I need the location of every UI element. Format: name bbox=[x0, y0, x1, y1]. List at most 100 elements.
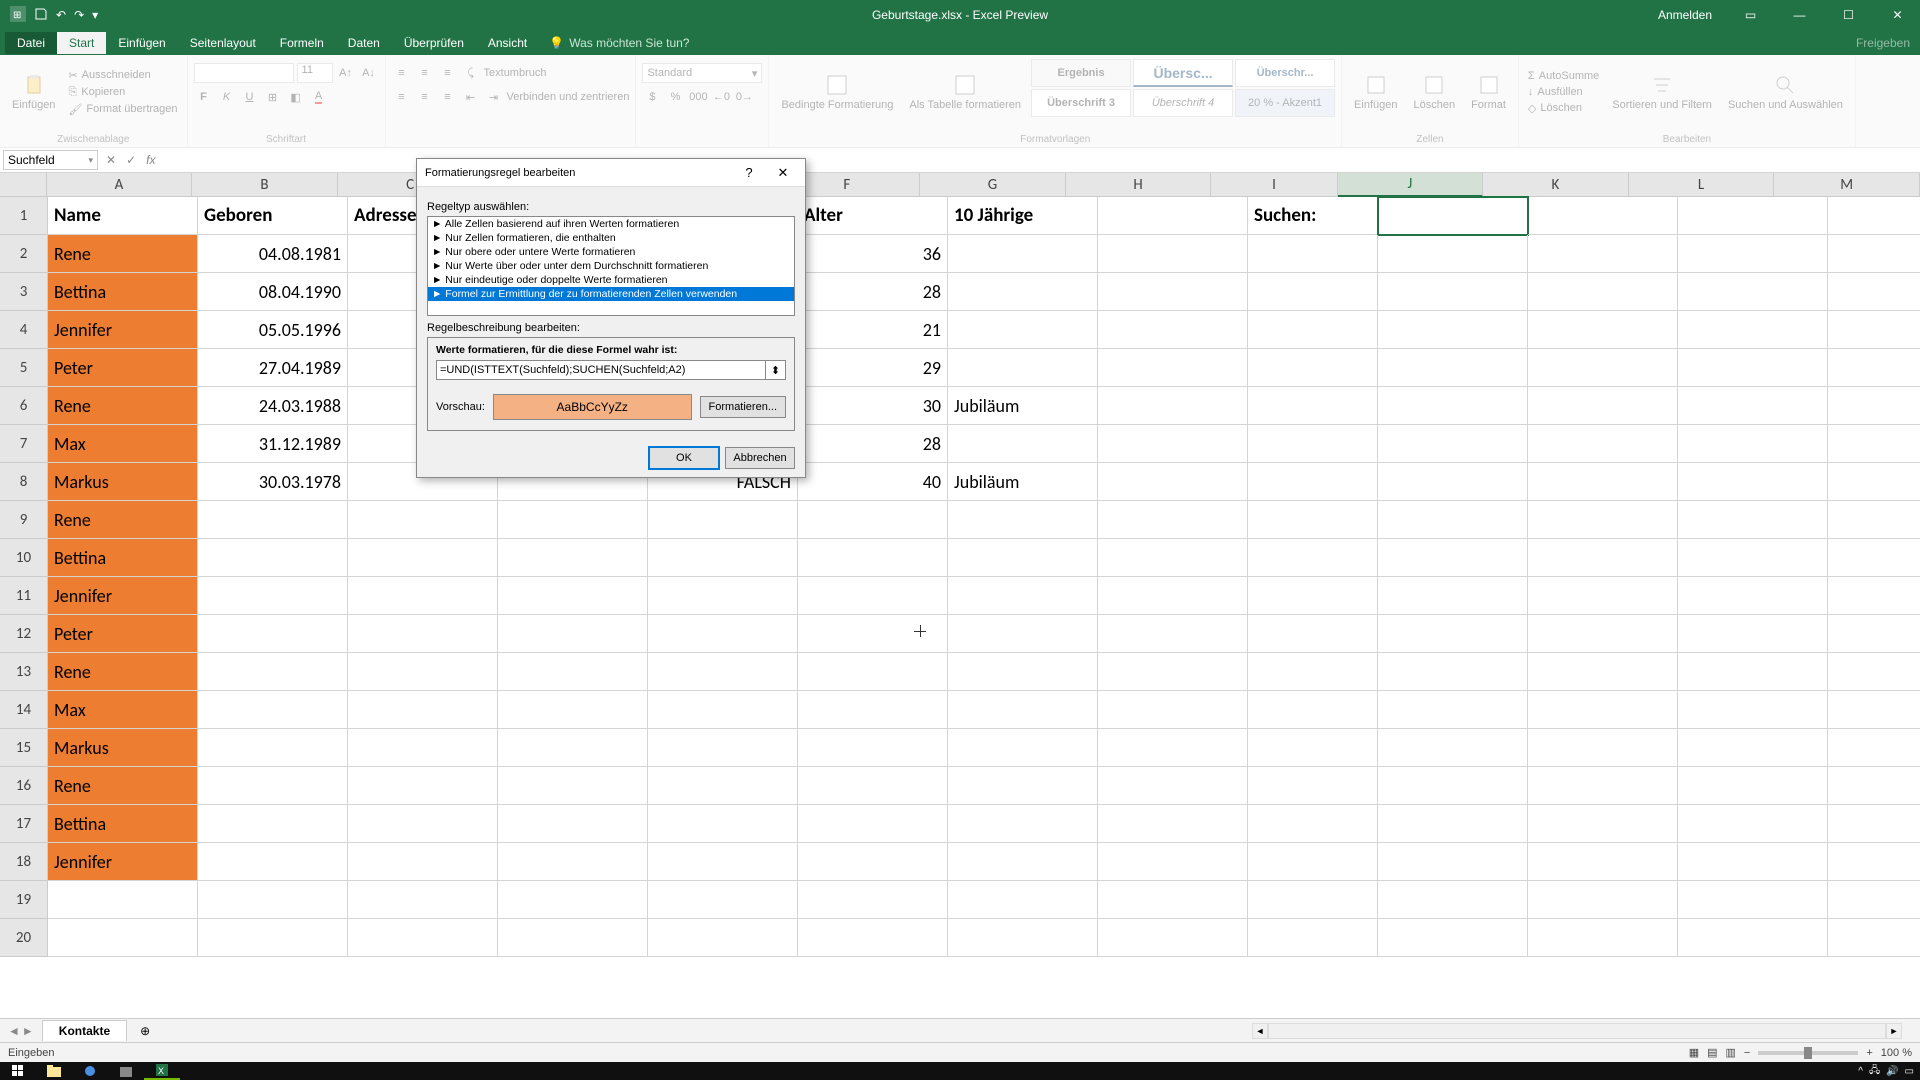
cell-I13[interactable] bbox=[1248, 653, 1378, 691]
cell-L14[interactable] bbox=[1678, 691, 1828, 729]
cell-J16[interactable] bbox=[1378, 767, 1528, 805]
cell-D10[interactable] bbox=[498, 539, 648, 577]
font-size-select[interactable]: 11 bbox=[297, 63, 333, 83]
row-header-13[interactable]: 13 bbox=[0, 653, 48, 691]
cell-K6[interactable] bbox=[1528, 387, 1678, 425]
cell-L17[interactable] bbox=[1678, 805, 1828, 843]
comma-icon[interactable]: 000 bbox=[688, 87, 708, 107]
rule-option-3[interactable]: ► Nur Werte über oder unter dem Durchsch… bbox=[428, 259, 794, 273]
cell-E16[interactable] bbox=[648, 767, 798, 805]
cell-H19[interactable] bbox=[1098, 881, 1248, 919]
cell-H12[interactable] bbox=[1098, 615, 1248, 653]
align-middle-icon[interactable]: ≡ bbox=[415, 63, 435, 83]
cell-J9[interactable] bbox=[1378, 501, 1528, 539]
cell-F7[interactable]: 28 bbox=[798, 425, 948, 463]
view-page-icon[interactable]: ▤ bbox=[1707, 1046, 1717, 1059]
tab-data[interactable]: Daten bbox=[336, 32, 392, 54]
percent-icon[interactable]: % bbox=[665, 87, 685, 107]
cell-D14[interactable] bbox=[498, 691, 648, 729]
cell-E11[interactable] bbox=[648, 577, 798, 615]
name-box[interactable]: Suchfeld▾ bbox=[3, 150, 98, 170]
range-picker-icon[interactable]: ⬍ bbox=[766, 360, 786, 380]
copy-button[interactable]: ⎘Kopieren bbox=[65, 85, 180, 100]
cell-L15[interactable] bbox=[1678, 729, 1828, 767]
cell-F8[interactable]: 40 bbox=[798, 463, 948, 501]
cell-G10[interactable] bbox=[948, 539, 1098, 577]
cell-D12[interactable] bbox=[498, 615, 648, 653]
cell-C14[interactable] bbox=[348, 691, 498, 729]
redo-icon[interactable]: ↷ bbox=[74, 8, 84, 22]
indent-dec-icon[interactable]: ⇤ bbox=[461, 87, 481, 107]
cell-B11[interactable] bbox=[198, 577, 348, 615]
cell-M6[interactable] bbox=[1828, 387, 1920, 425]
cell-B3[interactable]: 08.04.1990 bbox=[198, 273, 348, 311]
cell-I15[interactable] bbox=[1248, 729, 1378, 767]
align-left-icon[interactable]: ≡ bbox=[392, 87, 412, 107]
cell-L9[interactable] bbox=[1678, 501, 1828, 539]
qat-more-icon[interactable]: ▾ bbox=[92, 8, 98, 22]
cell-D11[interactable] bbox=[498, 577, 648, 615]
cell-F19[interactable] bbox=[798, 881, 948, 919]
font-color-button[interactable]: A bbox=[309, 87, 329, 107]
cell-J19[interactable] bbox=[1378, 881, 1528, 919]
cell-G9[interactable] bbox=[948, 501, 1098, 539]
cell-J11[interactable] bbox=[1378, 577, 1528, 615]
cell-I9[interactable] bbox=[1248, 501, 1378, 539]
formula-input-field[interactable] bbox=[436, 360, 766, 380]
cell-A7[interactable]: Max bbox=[48, 425, 198, 463]
cell-D9[interactable] bbox=[498, 501, 648, 539]
row-header-20[interactable]: 20 bbox=[0, 919, 48, 957]
cell-M4[interactable] bbox=[1828, 311, 1920, 349]
align-right-icon[interactable]: ≡ bbox=[438, 87, 458, 107]
cell-J13[interactable] bbox=[1378, 653, 1528, 691]
paste-button[interactable]: Einfügen bbox=[6, 59, 61, 125]
format-table-button[interactable]: Als Tabelle formatieren bbox=[903, 59, 1027, 125]
cell-L13[interactable] bbox=[1678, 653, 1828, 691]
sheet-tab-kontakte[interactable]: Kontakte bbox=[42, 1020, 127, 1041]
col-header-B[interactable]: B bbox=[192, 173, 338, 197]
cell-L19[interactable] bbox=[1678, 881, 1828, 919]
cell-H15[interactable] bbox=[1098, 729, 1248, 767]
tray-network-icon[interactable]: 🖧 bbox=[1869, 1063, 1880, 1080]
cell-G5[interactable] bbox=[948, 349, 1098, 387]
cell-H14[interactable] bbox=[1098, 691, 1248, 729]
cell-H10[interactable] bbox=[1098, 539, 1248, 577]
cell-L7[interactable] bbox=[1678, 425, 1828, 463]
cell-M10[interactable] bbox=[1828, 539, 1920, 577]
cell-J20[interactable] bbox=[1378, 919, 1528, 957]
cell-E13[interactable] bbox=[648, 653, 798, 691]
cell-H16[interactable] bbox=[1098, 767, 1248, 805]
style-ueber2[interactable]: Überschr... bbox=[1235, 59, 1335, 87]
cell-J3[interactable] bbox=[1378, 273, 1528, 311]
insert-cells-button[interactable]: Einfügen bbox=[1348, 59, 1403, 125]
cell-I2[interactable] bbox=[1248, 235, 1378, 273]
edge-icon[interactable] bbox=[72, 1062, 108, 1080]
rule-option-2[interactable]: ► Nur obere oder untere Werte formatiere… bbox=[428, 245, 794, 259]
cell-B4[interactable]: 05.05.1996 bbox=[198, 311, 348, 349]
zoom-out-icon[interactable]: − bbox=[1744, 1047, 1750, 1059]
cell-I14[interactable] bbox=[1248, 691, 1378, 729]
store-icon[interactable] bbox=[108, 1062, 144, 1080]
dialog-close-icon[interactable]: ✕ bbox=[769, 162, 797, 184]
cell-M20[interactable] bbox=[1828, 919, 1920, 957]
cell-B14[interactable] bbox=[198, 691, 348, 729]
cell-F16[interactable] bbox=[798, 767, 948, 805]
cell-G15[interactable] bbox=[948, 729, 1098, 767]
spreadsheet-grid[interactable]: ABCDEFGHIJKLM 12345678910111213141516171… bbox=[0, 173, 1920, 1033]
cell-G8[interactable]: Jubiläum bbox=[948, 463, 1098, 501]
view-break-icon[interactable]: ▥ bbox=[1726, 1046, 1736, 1059]
cell-B7[interactable]: 31.12.1989 bbox=[198, 425, 348, 463]
cell-J7[interactable] bbox=[1378, 425, 1528, 463]
cell-K17[interactable] bbox=[1528, 805, 1678, 843]
cell-H4[interactable] bbox=[1098, 311, 1248, 349]
cell-H20[interactable] bbox=[1098, 919, 1248, 957]
cell-G3[interactable] bbox=[948, 273, 1098, 311]
font-family-select[interactable] bbox=[194, 63, 294, 83]
row-header-19[interactable]: 19 bbox=[0, 881, 48, 919]
cell-E18[interactable] bbox=[648, 843, 798, 881]
cancel-button[interactable]: Abbrechen bbox=[725, 447, 795, 469]
cell-H13[interactable] bbox=[1098, 653, 1248, 691]
cell-C12[interactable] bbox=[348, 615, 498, 653]
cell-G17[interactable] bbox=[948, 805, 1098, 843]
cell-L18[interactable] bbox=[1678, 843, 1828, 881]
